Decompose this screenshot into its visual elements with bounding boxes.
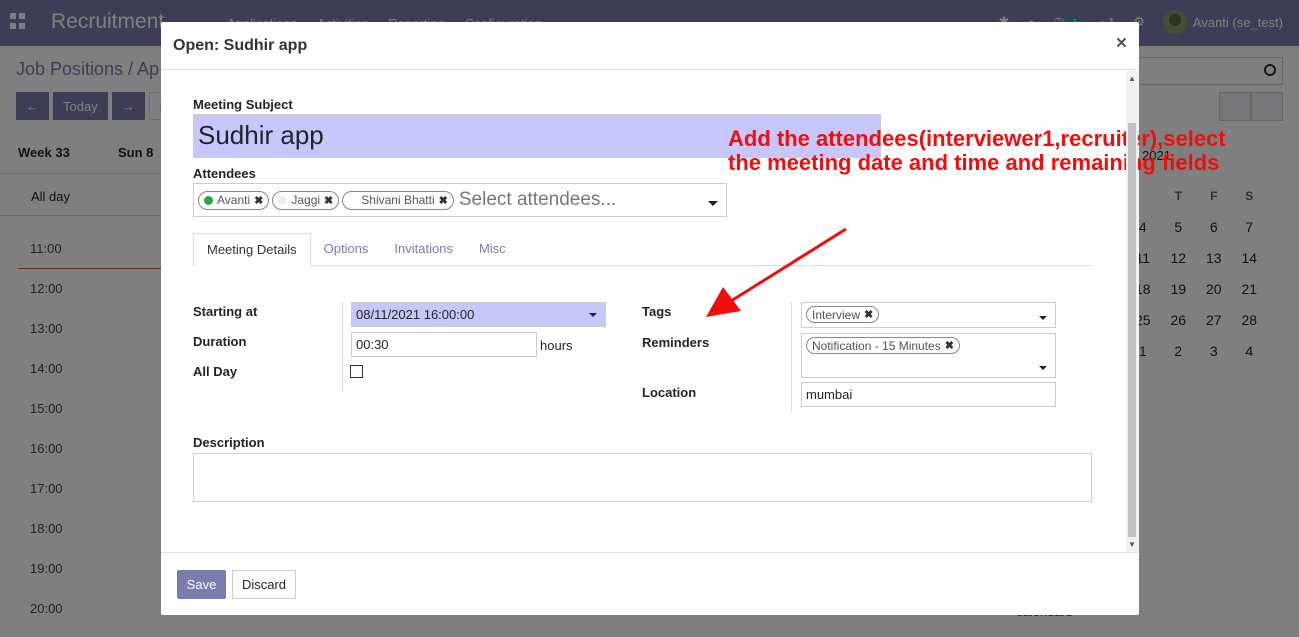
remove-tag-icon[interactable]: ✖	[324, 194, 333, 207]
annotation-text: Add the attendees(interviewer1,recruiter…	[728, 126, 1226, 175]
dialog-title: Open: Sudhir app	[173, 37, 308, 54]
tab-options[interactable]: Options	[311, 233, 382, 265]
duration-input[interactable]: 00:30	[351, 332, 537, 357]
scrollbar[interactable]: ▲ ▼	[1126, 71, 1138, 552]
attendees-label: Attendees	[193, 166, 256, 181]
remove-tag-icon[interactable]: ✖	[864, 308, 873, 321]
save-button[interactable]: Save	[177, 570, 226, 599]
discard-button[interactable]: Discard	[232, 570, 296, 599]
caret-down-icon[interactable]	[708, 201, 718, 206]
reminders-field[interactable]: Notification - 15 Minutes ✖	[801, 333, 1056, 378]
remove-tag-icon[interactable]: ✖	[439, 194, 448, 207]
meeting-subject-label: Meeting Subject	[193, 97, 293, 112]
reminder-chip: Notification - 15 Minutes ✖	[806, 337, 960, 354]
event-dialog: Open: Sudhir app × Meeting Subject Sudhi…	[161, 22, 1226, 615]
location-label: Location	[642, 385, 697, 400]
close-icon[interactable]: ×	[1116, 33, 1127, 55]
status-dot-icon	[204, 195, 213, 205]
reminder-name: Notification - 15 Minutes	[812, 338, 941, 353]
caret-down-icon	[589, 313, 597, 317]
description-input[interactable]	[193, 453, 1092, 502]
attendee-tag: Jaggi ✖	[272, 190, 340, 210]
remove-tag-icon[interactable]: ✖	[254, 194, 263, 207]
scroll-up-icon[interactable]: ▲	[1128, 74, 1136, 83]
attendees-placeholder[interactable]: Select attendees...	[459, 189, 616, 211]
caret-down-icon[interactable]	[1039, 316, 1047, 320]
caret-down-icon[interactable]	[1039, 366, 1047, 370]
scroll-down-icon[interactable]: ▼	[1128, 540, 1136, 549]
attendees-field[interactable]: Avanti ✖ Jaggi ✖ Shivani Bhatti ✖ Select…	[193, 183, 727, 217]
tab-bar: Meeting Details Options Invitations Misc	[193, 233, 1092, 267]
attendee-tag: Avanti ✖	[198, 190, 270, 210]
dialog-footer: Save Discard	[161, 552, 1139, 615]
duration-label: Duration	[193, 334, 247, 349]
attendee-name: Jaggi	[291, 193, 321, 207]
description-label: Description	[193, 435, 265, 450]
remove-tag-icon[interactable]: ✖	[945, 339, 954, 352]
annotation-arrow-icon	[706, 227, 847, 317]
tab-invitations[interactable]: Invitations	[381, 233, 466, 265]
all-day-checkbox[interactable]	[350, 365, 363, 378]
attendee-name: Shivani Bhatti	[361, 193, 435, 207]
all-day-label: All Day	[193, 364, 238, 379]
duration-unit: hours	[540, 338, 573, 353]
dialog-body: Meeting Subject Sudhir app Attendees Ava…	[161, 71, 1226, 552]
scrollbar-thumb[interactable]	[1128, 123, 1136, 537]
tags-label: Tags	[642, 304, 672, 319]
starting-at-input[interactable]: 08/11/2021 16:00:00	[351, 302, 606, 327]
dialog-header: Open: Sudhir app ×	[161, 22, 1139, 70]
reminders-label: Reminders	[642, 335, 710, 350]
starting-at-label: Starting at	[193, 304, 258, 319]
attendee-name: Avanti	[217, 193, 251, 207]
tab-meeting-details[interactable]: Meeting Details	[193, 233, 311, 267]
status-dot-icon	[278, 195, 288, 205]
divider	[342, 302, 343, 392]
location-input[interactable]: mumbai	[801, 382, 1056, 407]
attendee-tag: Shivani Bhatti ✖	[342, 190, 454, 210]
status-dot-icon	[348, 195, 358, 205]
tab-misc[interactable]: Misc	[466, 233, 519, 265]
starting-at-value: 08/11/2021 16:00:00	[356, 307, 475, 322]
